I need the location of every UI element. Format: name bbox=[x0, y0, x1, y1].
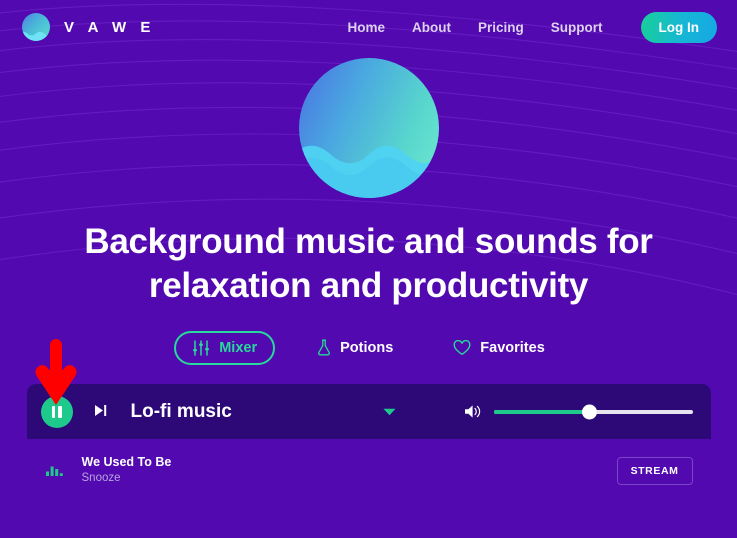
tab-favorites[interactable]: Favorites bbox=[435, 331, 562, 365]
pause-icon bbox=[51, 405, 62, 418]
player-track-title: Lo-fi music bbox=[130, 400, 232, 422]
tab-potions[interactable]: Potions bbox=[299, 330, 411, 365]
nav-links: Home About Pricing Support Log In bbox=[347, 11, 717, 43]
nav-link-about[interactable]: About bbox=[412, 20, 451, 35]
tab-favorites-label: Favorites bbox=[480, 339, 545, 356]
wave-orb-logo-icon bbox=[22, 13, 50, 41]
volume-slider-fill bbox=[493, 409, 590, 414]
skip-next-icon bbox=[94, 404, 108, 420]
top-navigation-bar: V A W E Home About Pricing Support Log I… bbox=[0, 0, 737, 54]
track-artist: Snooze bbox=[81, 472, 121, 484]
chevron-down-icon bbox=[383, 404, 396, 419]
tab-mixer-label: Mixer bbox=[219, 339, 258, 356]
nav-link-home[interactable]: Home bbox=[347, 20, 385, 35]
page-title: Background music and sounds for relaxati… bbox=[84, 222, 653, 305]
volume-slider-thumb[interactable] bbox=[581, 404, 597, 419]
equalizer-icon bbox=[45, 465, 63, 476]
player-control-bar: Lo-fi music bbox=[26, 384, 711, 439]
track-list: We Used To Be Snooze STREAM bbox=[26, 439, 711, 521]
brand-name: V A W E bbox=[64, 18, 156, 36]
track-name: We Used To Be bbox=[81, 455, 172, 469]
nav-link-pricing[interactable]: Pricing bbox=[478, 20, 524, 35]
collapse-player-button[interactable] bbox=[377, 398, 402, 425]
pause-button[interactable] bbox=[40, 395, 73, 428]
volume-control bbox=[464, 404, 693, 419]
tab-mixer[interactable]: Mixer bbox=[174, 330, 276, 365]
speaker-icon[interactable] bbox=[464, 404, 482, 419]
track-row[interactable]: We Used To Be Snooze STREAM bbox=[27, 451, 711, 490]
tab-potions-label: Potions bbox=[340, 339, 394, 356]
hero-section: Background music and sounds for relaxati… bbox=[0, 58, 737, 308]
player-panel: Lo-fi music We Used To Be Snooze STREAM bbox=[26, 384, 711, 521]
track-meta: We Used To Be Snooze bbox=[82, 454, 172, 487]
flask-icon bbox=[317, 339, 331, 356]
nav-link-support[interactable]: Support bbox=[551, 20, 603, 35]
brand-logo[interactable]: V A W E bbox=[22, 13, 155, 41]
tab-bar: Mixer Potions Favorites bbox=[0, 330, 737, 365]
skip-next-button[interactable] bbox=[90, 400, 112, 424]
volume-slider[interactable] bbox=[493, 404, 693, 419]
wave-orb-graphic-icon bbox=[298, 58, 439, 198]
stream-button[interactable]: STREAM bbox=[616, 456, 693, 485]
login-button[interactable]: Log In bbox=[640, 11, 717, 43]
heart-icon bbox=[453, 339, 471, 356]
sliders-icon bbox=[192, 339, 210, 356]
